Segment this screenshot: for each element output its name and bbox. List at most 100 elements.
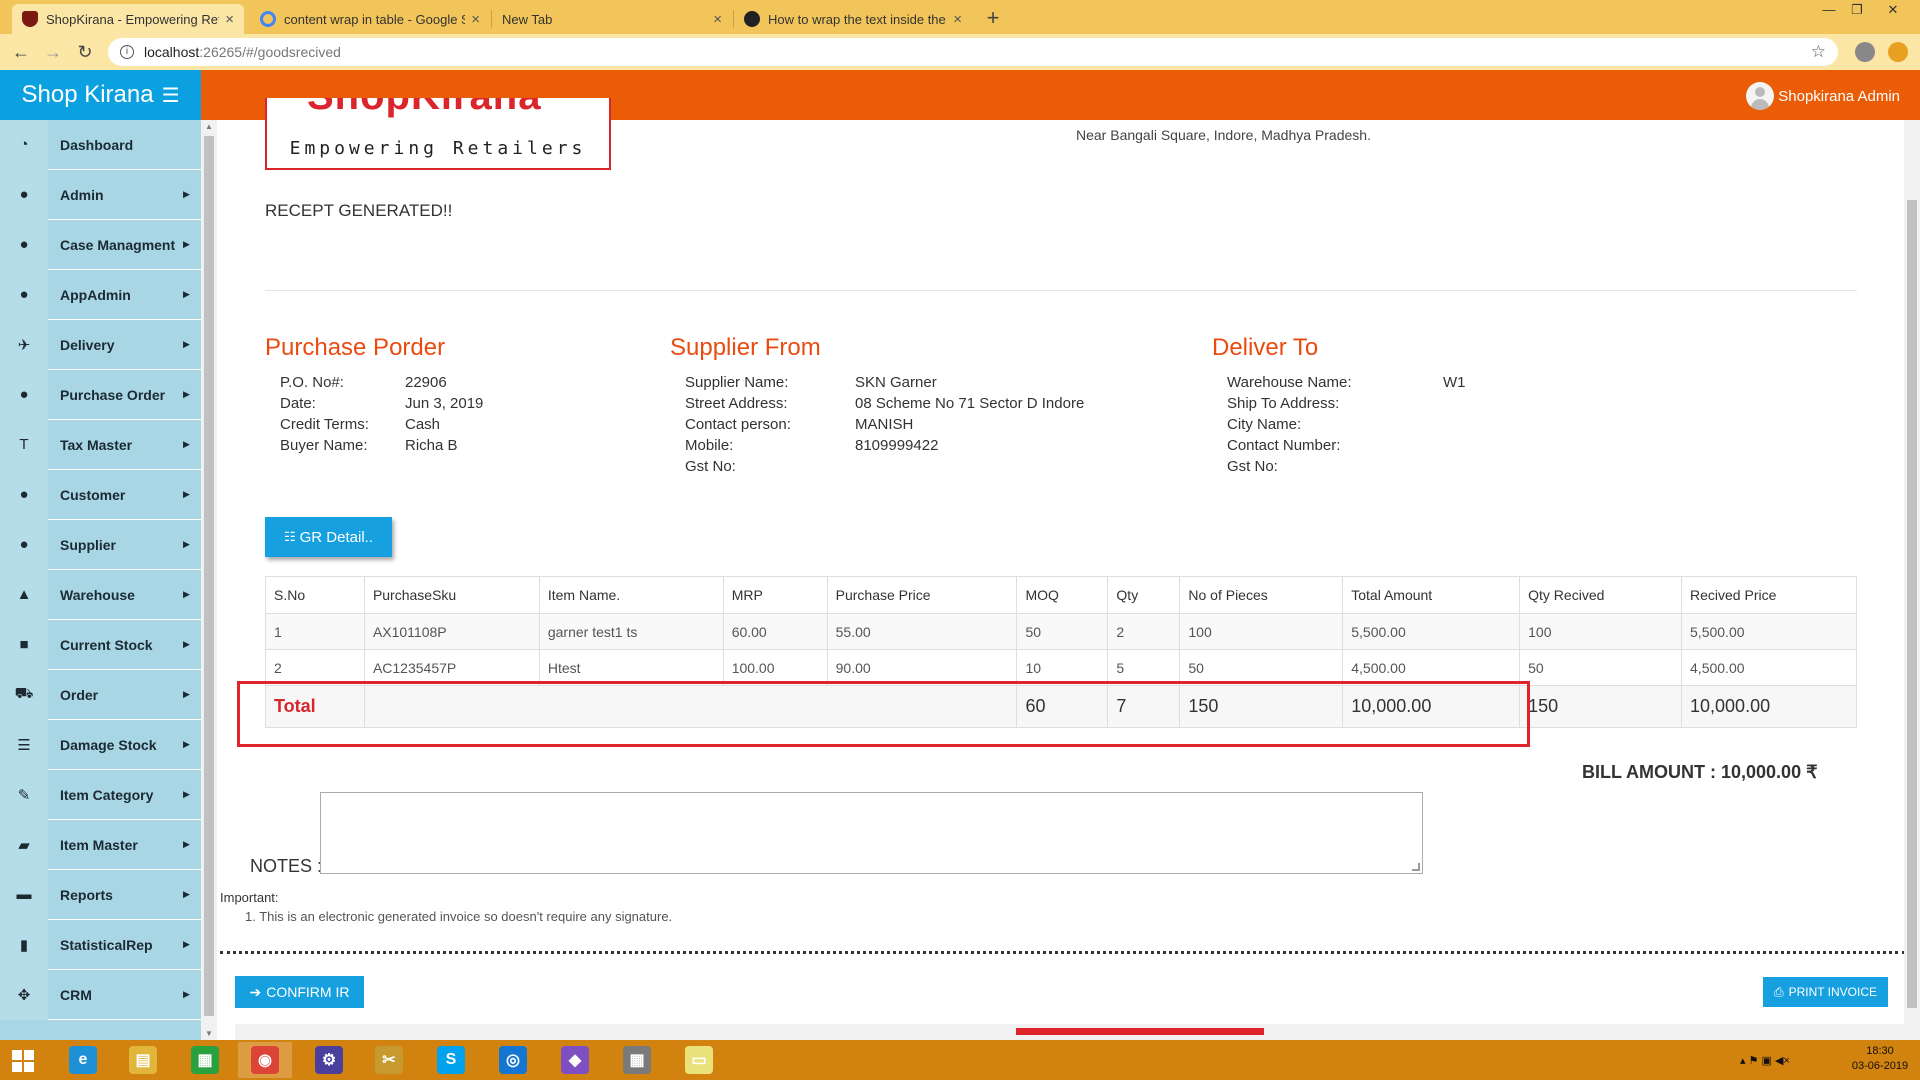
scrollbar-thumb[interactable] <box>1907 200 1917 1008</box>
url-host: localhost <box>144 44 200 60</box>
text-icon: T <box>0 419 48 470</box>
taskbar-app[interactable]: ▦ <box>178 1042 232 1078</box>
close-icon[interactable]: × <box>471 11 480 28</box>
taskbar-app[interactable]: ◎ <box>486 1042 540 1078</box>
reload-icon[interactable]: ↻ <box>74 41 96 63</box>
gr-detail-button[interactable]: ☷ GR Detail.. <box>265 517 392 557</box>
dotted-divider <box>220 951 1905 954</box>
important-note: 1. This is an electronic generated invoi… <box>245 909 673 924</box>
tab-label: content wrap in table - Google Search <box>284 11 465 27</box>
sidebar-item-item-master[interactable]: ▰ Item Master ▶ <box>0 819 201 870</box>
notes-textarea[interactable] <box>320 792 1423 874</box>
sidebar-item-case-managment[interactable]: ● Case Managment ▶ <box>0 219 201 270</box>
caret-right-icon: ▶ <box>183 289 190 299</box>
taskbar-app[interactable]: ✂ <box>362 1042 416 1078</box>
taskbar-app[interactable]: ▦ <box>610 1042 664 1078</box>
road-icon: ▲ <box>0 569 48 620</box>
sidebar-item-damage-stock[interactable]: ☰ Damage Stock ▶ <box>0 719 201 770</box>
window-close-icon[interactable]: ✕ <box>1876 2 1910 18</box>
company-address: Near Bangali Square, Indore, Madhya Prad… <box>1076 127 1371 143</box>
caret-right-icon: ▶ <box>183 889 190 899</box>
hamburger-menu-icon[interactable]: ☰ <box>162 83 180 108</box>
sidebar-item-admin[interactable]: ● Admin ▶ <box>0 169 201 220</box>
system-tray[interactable]: ▴ ⚑ ▣ ◀× <box>1740 1054 1790 1067</box>
sidebar-item-purchase-order[interactable]: ● Purchase Order ▶ <box>0 369 201 420</box>
scrollbar-thumb[interactable] <box>1016 1028 1264 1035</box>
print-invoice-button[interactable]: ⎙ PRINT INVOICE <box>1763 977 1888 1007</box>
sidebar: ◔ Dashboard ● Admin ▶ ● Case Managment ▶ ● AppAdm… <box>0 120 201 1040</box>
windows-start-icon[interactable] <box>12 1050 34 1072</box>
warehouse-name-label: Warehouse Name: <box>1227 374 1352 391</box>
tab-new-tab[interactable]: New Tab × <box>492 4 732 34</box>
sidebar-item-warehouse[interactable]: ▲ Warehouse ▶ <box>0 569 201 620</box>
taskbar-app[interactable]: e <box>56 1042 110 1078</box>
scroll-up-icon[interactable]: ▲ <box>201 122 217 131</box>
browser-menu-icon[interactable] <box>1888 42 1908 62</box>
sidebar-item-current-stock[interactable]: ■ Current Stock ▶ <box>0 619 201 670</box>
taskbar-app[interactable]: ◉ <box>238 1042 292 1078</box>
tab-github[interactable]: How to wrap the text inside the table × <box>734 4 972 34</box>
city-name-label: City Name: <box>1227 416 1302 433</box>
sidebar-item-customer[interactable]: ● Customer ▶ <box>0 469 201 520</box>
tab-shopkirana[interactable]: ShopKirana - Empowering Retailers × <box>12 4 244 34</box>
new-tab-button[interactable]: + <box>978 4 1008 34</box>
close-icon[interactable]: × <box>953 11 962 28</box>
profile-icon[interactable] <box>1855 42 1875 62</box>
sidebar-item-appadmin[interactable]: ● AppAdmin ▶ <box>0 269 201 320</box>
arrow-right-icon: ➔ <box>249 983 262 1000</box>
sidebar-item-delivery[interactable]: ✈ Delivery ▶ <box>0 319 201 370</box>
caret-right-icon: ▶ <box>183 539 190 549</box>
taskbar-app[interactable]: ▤ <box>116 1042 170 1078</box>
cell-purchase-price: 55.00 <box>826 613 1018 650</box>
sidebar-item-label: Purchase Order <box>60 386 166 403</box>
scrollbar-thumb[interactable] <box>204 136 214 1016</box>
resize-grip-icon[interactable] <box>1412 863 1420 871</box>
system-clock[interactable]: 18:30 03-06-2019 <box>1850 1044 1910 1074</box>
sidebar-item-dashboard[interactable]: ◔ Dashboard <box>0 120 201 170</box>
sidebar-item-statisticalrep[interactable]: ▮ StatisticalRep ▶ <box>0 919 201 970</box>
restore-icon[interactable]: ❐ <box>1840 2 1874 18</box>
tab-label: ShopKirana - Empowering Retailers <box>46 11 219 27</box>
receipt-message: RECEPT GENERATED!! <box>265 201 453 220</box>
taskbar-app[interactable]: ◆ <box>548 1042 602 1078</box>
url-input[interactable]: i localhost :26265/#/goodsrecived ☆ <box>108 38 1838 66</box>
close-icon[interactable]: × <box>713 11 722 28</box>
sidebar-item-label: Tax Master <box>60 436 133 453</box>
sidebar-item-supplier[interactable]: ● Supplier ▶ <box>0 519 201 570</box>
col-header-item-name: Item Name. <box>538 576 724 614</box>
bookmark-star-icon[interactable]: ☆ <box>1811 42 1826 62</box>
store-icon: ▦ <box>191 1046 219 1074</box>
supplier-title: Supplier From <box>670 334 821 361</box>
settings-icon: ⚙ <box>315 1046 343 1074</box>
cell-recived-price: 5,500.00 <box>1681 613 1857 650</box>
close-icon[interactable]: × <box>225 11 234 28</box>
sidebar-item-reports[interactable]: ▬ Reports ▶ <box>0 869 201 920</box>
taskbar-app[interactable]: S <box>424 1042 478 1078</box>
taskbar-app[interactable]: ⚙ <box>302 1042 356 1078</box>
chrome-icon: ◉ <box>251 1046 279 1074</box>
sidebar-scrollbar[interactable]: ▲ ▼ <box>201 120 217 1040</box>
sidebar-item-crm[interactable]: ✥ CRM ▶ <box>0 969 201 1020</box>
supplier-gst-label: Gst No: <box>685 458 736 475</box>
forward-icon[interactable]: → <box>42 41 64 63</box>
sidebar-item-item-category[interactable]: ✎ Item Category ▶ <box>0 769 201 820</box>
col-header-qty-recived: Qty Recived <box>1519 576 1683 614</box>
info-icon[interactable]: i <box>120 45 134 59</box>
taskbar-app[interactable]: ▭ <box>672 1042 726 1078</box>
scroll-down-icon[interactable]: ▼ <box>201 1029 217 1038</box>
pencil-icon: ✎ <box>0 769 48 820</box>
app-brand[interactable]: Shop Kirana ☰ <box>0 70 201 120</box>
total-recived-price: 10,000.00 <box>1681 685 1857 728</box>
back-icon[interactable]: ← <box>10 41 32 63</box>
tab-google-search[interactable]: content wrap in table - Google Search × <box>250 4 490 34</box>
cell-total-amount: 5,500.00 <box>1342 613 1521 650</box>
page-scrollbar[interactable] <box>1904 120 1920 1040</box>
confirm-ir-button[interactable]: ➔ CONFIRM IR <box>235 976 364 1008</box>
buyer-name-label: Buyer Name: <box>280 437 368 454</box>
col-header-purchase-sku: PurchaseSku <box>363 576 540 614</box>
user-menu[interactable]: Shopkirana Admin <box>1746 82 1900 110</box>
horizontal-scrollbar[interactable] <box>235 1024 1904 1040</box>
sidebar-item-order[interactable]: ⛟ Order ▶ <box>0 669 201 720</box>
logo-tagline: Empowering Retailers <box>289 138 587 159</box>
sidebar-item-tax-master[interactable]: T Tax Master ▶ <box>0 419 201 470</box>
